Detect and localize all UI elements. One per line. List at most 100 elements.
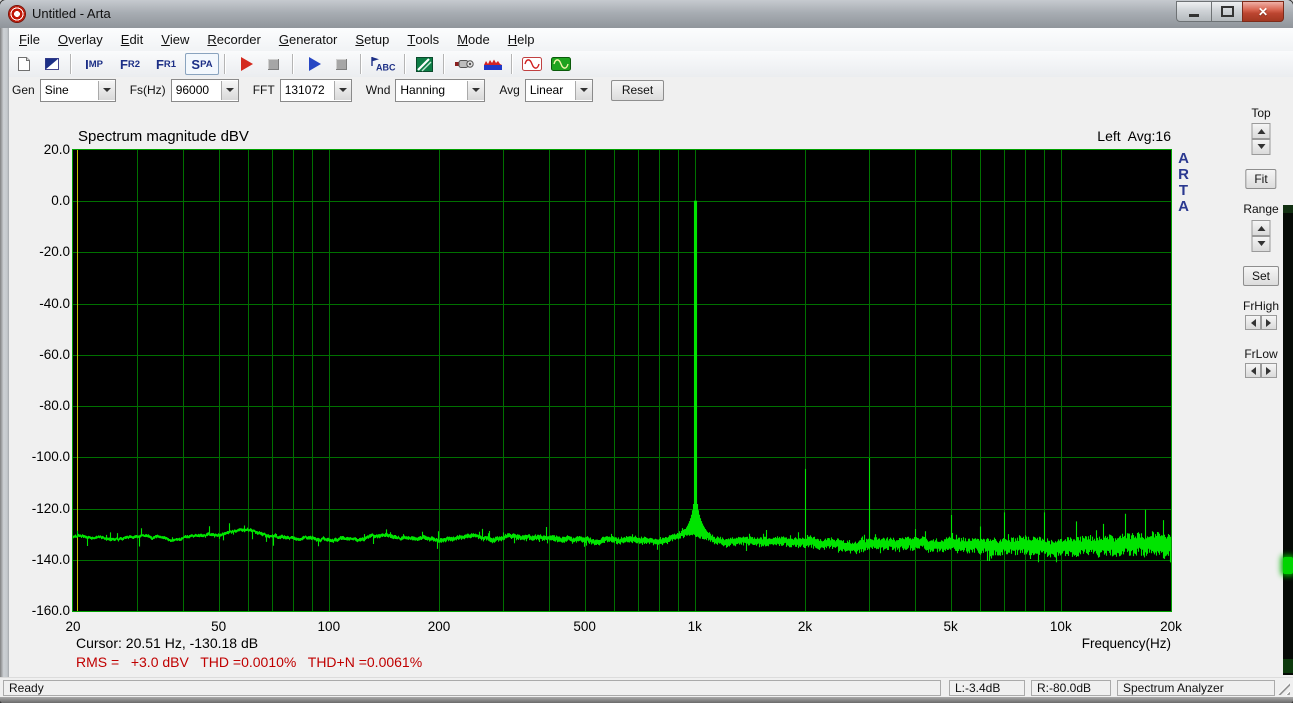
- fs-select[interactable]: 96000: [171, 79, 239, 102]
- menu-setup[interactable]: Setup: [346, 28, 398, 51]
- fft-label: FFT: [253, 83, 275, 97]
- title-bar[interactable]: Untitled - Arta ✕: [0, 0, 1293, 29]
- window-frame-left: [0, 28, 9, 677]
- gen-select[interactable]: Sine: [40, 79, 116, 102]
- scaling-button[interactable]: [411, 53, 438, 75]
- calibrate-abc-icon: ABC: [370, 55, 396, 73]
- right-arrow-icon: [1266, 319, 1275, 327]
- toolbar: IMP FR2 FR1 SPA ABC: [0, 51, 1293, 78]
- record-play-icon: [241, 57, 253, 71]
- menu-overlay[interactable]: Overlay: [49, 28, 112, 51]
- status-bar: Ready L:-3.4dB R:-80.0dB Spectrum Analyz…: [0, 677, 1293, 697]
- frlow-right-button[interactable]: [1261, 363, 1277, 378]
- fr1-mode-button[interactable]: FR1: [149, 53, 183, 75]
- menu-generator[interactable]: Generator: [270, 28, 347, 51]
- y-axis-tick-label: -160.0: [10, 603, 70, 619]
- close-button[interactable]: ✕: [1242, 1, 1284, 22]
- meter-indicator: [1283, 557, 1293, 574]
- toolbar-separator: [360, 54, 362, 74]
- signal-view-button[interactable]: [479, 53, 506, 75]
- rms-thd-readout: RMS = +3.0 dBV THD =0.0010% THD+N =0.006…: [76, 654, 422, 670]
- menu-view[interactable]: View: [152, 28, 198, 51]
- record-start-button[interactable]: [231, 53, 258, 75]
- y-axis-tick-label: -100.0: [10, 449, 70, 465]
- maximize-button[interactable]: [1211, 1, 1243, 22]
- top-down-button[interactable]: [1252, 139, 1271, 155]
- fft-value: 131072: [281, 83, 334, 97]
- range-down-button[interactable]: [1252, 236, 1271, 252]
- reset-button[interactable]: Reset: [611, 80, 664, 101]
- toolbar-separator: [292, 54, 294, 74]
- brand-letter: A: [1178, 150, 1189, 167]
- avg-select[interactable]: Linear: [525, 79, 593, 102]
- menu-edit[interactable]: Edit: [112, 28, 152, 51]
- toolbar-separator: [404, 54, 406, 74]
- frhigh-right-button[interactable]: [1261, 315, 1277, 330]
- menu-recorder[interactable]: Recorder: [198, 28, 269, 51]
- y-axis-tick-label: -80.0: [10, 398, 70, 414]
- scope-sine-button[interactable]: [547, 53, 574, 75]
- fit-button[interactable]: Fit: [1245, 169, 1276, 189]
- fft-select[interactable]: 131072: [280, 79, 352, 102]
- avg-label: Avg: [499, 83, 519, 97]
- channel-average-label: Left Avg:16: [1097, 128, 1171, 144]
- menu-help[interactable]: Help: [499, 28, 544, 51]
- x-axis-tick-label: 100: [304, 619, 354, 634]
- range-spinner: [1252, 220, 1271, 252]
- fr2-label: F: [120, 57, 128, 72]
- y-axis-tick-label: -120.0: [10, 501, 70, 517]
- microphone-icon: [454, 58, 474, 70]
- range-up-button[interactable]: [1252, 220, 1271, 236]
- top-up-button[interactable]: [1252, 123, 1271, 139]
- menu-file[interactable]: File: [10, 28, 49, 51]
- y-axis-tick-label: -60.0: [10, 347, 70, 363]
- fr2-mode-button[interactable]: FR2: [113, 53, 147, 75]
- top-spinner: [1252, 123, 1271, 155]
- x-axis-tick-label: 10k: [1036, 619, 1086, 634]
- wnd-select[interactable]: Hanning: [395, 79, 485, 102]
- waveform-red-blue-icon: [483, 57, 503, 71]
- close-icon: ✕: [1258, 6, 1268, 18]
- minimize-button[interactable]: [1176, 1, 1212, 22]
- up-arrow-icon: [1257, 222, 1265, 231]
- spa-mode-button[interactable]: SPA: [185, 53, 219, 75]
- calibrate-button[interactable]: ABC: [367, 53, 399, 75]
- svg-text:ABC: ABC: [376, 63, 396, 73]
- wnd-value: Hanning: [396, 83, 467, 97]
- brand-letter: T: [1179, 182, 1188, 199]
- stop-button[interactable]: [328, 53, 355, 75]
- resize-grip-icon[interactable]: [1277, 682, 1290, 695]
- imp-label-rest: MP: [89, 59, 103, 70]
- y-axis-tick-label: -140.0: [10, 552, 70, 568]
- frhigh-left-button[interactable]: [1245, 315, 1261, 330]
- menu-mode[interactable]: Mode: [448, 28, 499, 51]
- generator-sine-button[interactable]: [518, 53, 545, 75]
- new-file-button[interactable]: [9, 53, 36, 75]
- window-title: Untitled - Arta: [32, 0, 111, 27]
- dropdown-arrow-icon: [467, 81, 484, 100]
- arta-watermark: A R T A: [1176, 151, 1191, 215]
- microphone-button[interactable]: [450, 53, 477, 75]
- spectrum-plot[interactable]: [72, 149, 1172, 612]
- set-button[interactable]: Set: [1243, 266, 1279, 286]
- toolbar-separator: [224, 54, 226, 74]
- overlay-button[interactable]: [38, 53, 65, 75]
- frlow-left-button[interactable]: [1245, 363, 1261, 378]
- toolbar-separator: [511, 54, 513, 74]
- frhigh-label: FrHigh: [1240, 299, 1282, 313]
- y-axis-tick-label: 0.0: [10, 193, 70, 209]
- menu-bar: FileOverlayEditViewRecorderGeneratorSetu…: [0, 28, 1293, 52]
- spa-label: S: [191, 57, 200, 72]
- spectrum-curve: [74, 201, 1171, 563]
- top-label: Top: [1240, 106, 1282, 120]
- spa-label-rest: PA: [200, 59, 213, 70]
- right-arrow-icon: [1266, 367, 1275, 375]
- imp-mode-button[interactable]: IMP: [77, 53, 111, 75]
- play-button[interactable]: [299, 53, 326, 75]
- stop-icon: [336, 59, 347, 70]
- record-stop-button[interactable]: [260, 53, 287, 75]
- menu-tools[interactable]: Tools: [398, 28, 448, 51]
- frlow-spinner: [1245, 363, 1277, 378]
- plot-title: Spectrum magnitude dBV: [78, 128, 249, 145]
- caption-buttons: ✕: [1177, 1, 1284, 22]
